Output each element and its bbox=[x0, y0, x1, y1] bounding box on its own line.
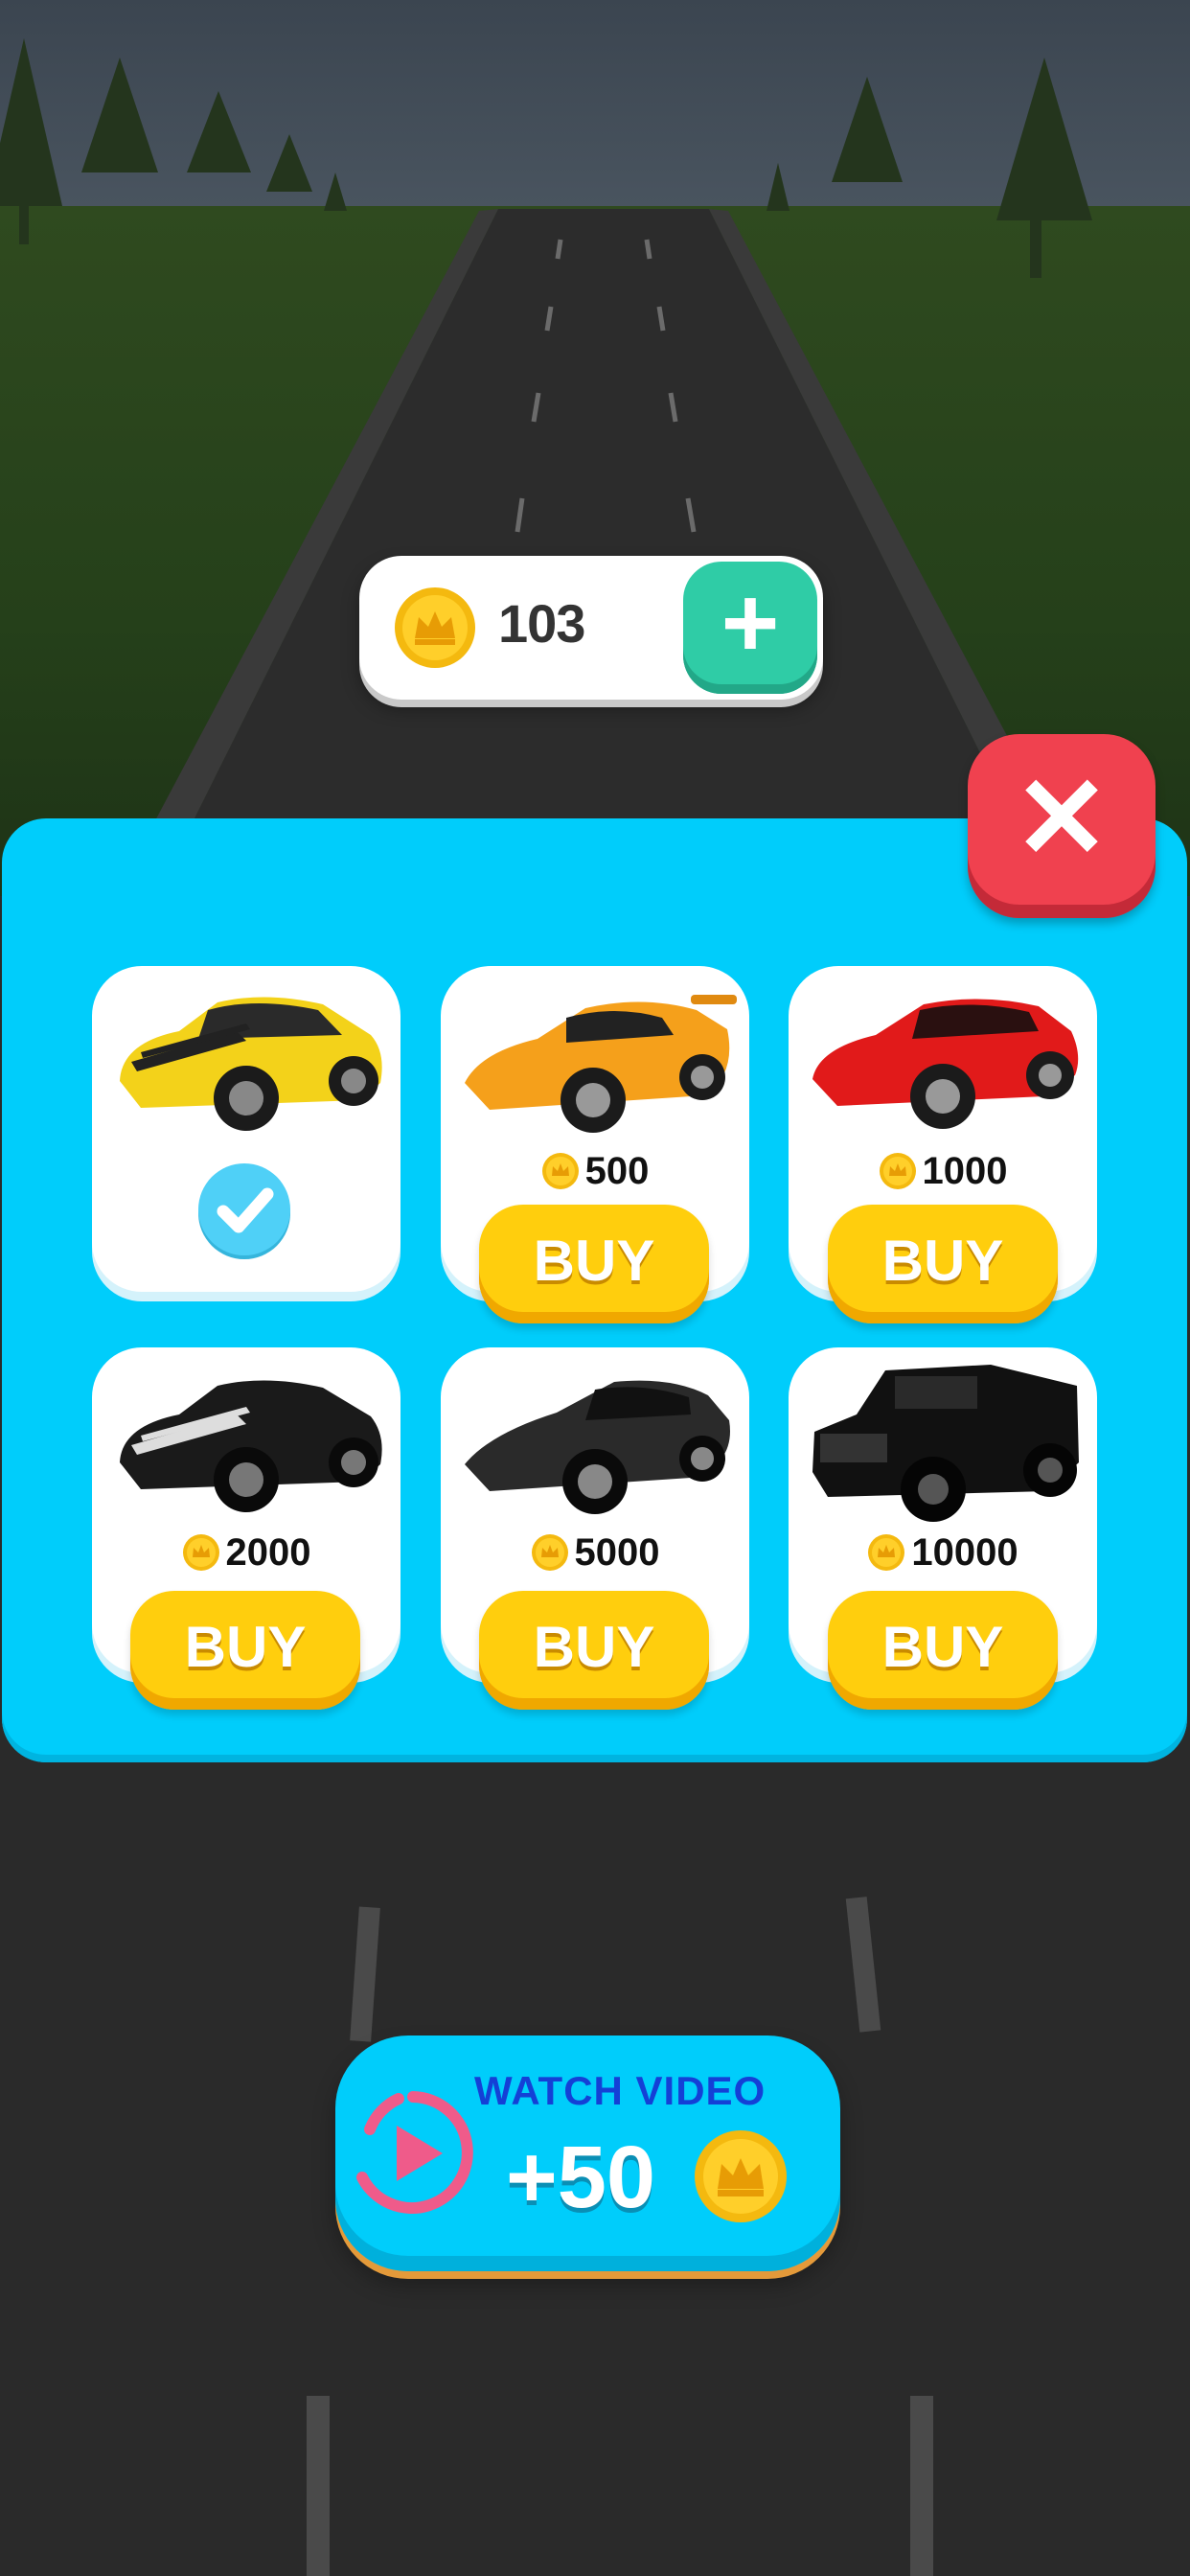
price-label: 500 bbox=[441, 1150, 749, 1193]
crown-coin-icon bbox=[695, 2130, 787, 2222]
buy-button-black-hummer[interactable]: BUY bbox=[828, 1591, 1058, 1710]
coin-icon bbox=[879, 1153, 916, 1189]
car-card-yellow-muscle-car[interactable] bbox=[92, 966, 400, 1292]
coin-icon bbox=[541, 1153, 579, 1189]
buy-label: BUY bbox=[184, 1615, 307, 1679]
plus-icon: + bbox=[721, 567, 780, 678]
coin-balance: 103 bbox=[498, 593, 585, 654]
coin-icon bbox=[531, 1534, 568, 1571]
coin-icon bbox=[182, 1534, 219, 1571]
close-icon: ✕ bbox=[1013, 754, 1110, 883]
price-value: 2000 bbox=[225, 1531, 311, 1574]
price-value: 5000 bbox=[574, 1531, 660, 1574]
crown-coin-icon bbox=[395, 587, 475, 668]
add-coins-button[interactable]: + bbox=[683, 562, 817, 694]
price-label: 10000 bbox=[789, 1531, 1097, 1575]
price-label: 1000 bbox=[789, 1150, 1097, 1193]
buy-label: BUY bbox=[533, 1615, 655, 1679]
watch-video-reward: +50 bbox=[506, 2128, 656, 2226]
watch-video-button[interactable]: WATCH VIDEO +50 bbox=[335, 2036, 840, 2271]
buy-label: BUY bbox=[533, 1229, 655, 1293]
orange-supercar-image bbox=[465, 995, 737, 1133]
price-label: 2000 bbox=[92, 1531, 400, 1575]
coin-icon bbox=[868, 1534, 905, 1571]
black-lamborghini-image bbox=[465, 1380, 730, 1514]
red-sports-car-image bbox=[812, 999, 1079, 1129]
buy-button-red-sports-car[interactable]: BUY bbox=[828, 1205, 1058, 1323]
black-hummer-image bbox=[812, 1365, 1079, 1522]
buy-button-orange-supercar[interactable]: BUY bbox=[479, 1205, 709, 1323]
watch-video-title: WATCH VIDEO bbox=[474, 2068, 767, 2113]
buy-button-black-muscle-car[interactable]: BUY bbox=[130, 1591, 360, 1710]
buy-label: BUY bbox=[881, 1229, 1004, 1293]
play-video-icon bbox=[356, 2091, 473, 2214]
black-muscle-car-image bbox=[120, 1380, 382, 1512]
price-value: 1000 bbox=[922, 1150, 1008, 1192]
buy-button-black-lamborghini[interactable]: BUY bbox=[479, 1591, 709, 1710]
price-label: 5000 bbox=[441, 1531, 749, 1575]
price-value: 500 bbox=[584, 1150, 650, 1192]
price-value: 10000 bbox=[911, 1531, 1018, 1574]
close-button[interactable]: ✕ bbox=[968, 734, 1156, 918]
selected-check-icon bbox=[198, 1163, 290, 1255]
coin-counter: 103 + bbox=[359, 556, 823, 700]
buy-label: BUY bbox=[881, 1615, 1004, 1679]
yellow-muscle-car-image bbox=[120, 997, 382, 1131]
